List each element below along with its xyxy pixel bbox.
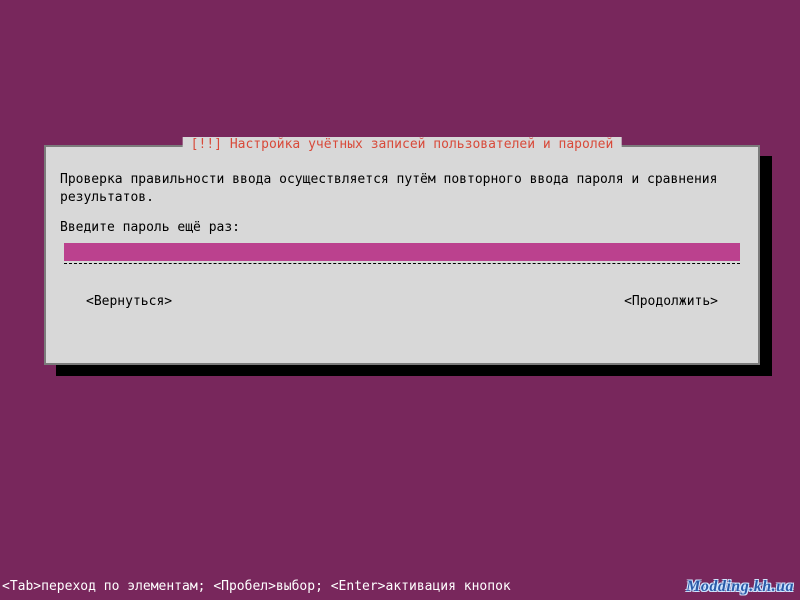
back-button[interactable]: <Вернуться>: [86, 294, 172, 309]
dialog: [!!] Настройка учётных записей пользоват…: [44, 145, 760, 365]
dialog-title: [!!] Настройка учётных записей пользоват…: [183, 137, 622, 152]
keyboard-hint: <Tab>переход по элементам; <Пробел>выбор…: [2, 579, 511, 594]
input-underline: [64, 263, 740, 264]
password-field-wrap: [60, 243, 744, 264]
title-text: Настройка учётных записей пользователей …: [230, 137, 614, 152]
dialog-buttons: <Вернуться> <Продолжить>: [60, 294, 744, 309]
dialog-description: Проверка правильности ввода осуществляет…: [60, 171, 744, 206]
continue-button[interactable]: <Продолжить>: [624, 294, 718, 309]
password-input[interactable]: [64, 243, 740, 261]
title-priority: [!!]: [191, 137, 222, 152]
password-prompt: Введите пароль ещё раз:: [60, 220, 744, 235]
watermark: Modding.kh.ua: [686, 578, 794, 596]
